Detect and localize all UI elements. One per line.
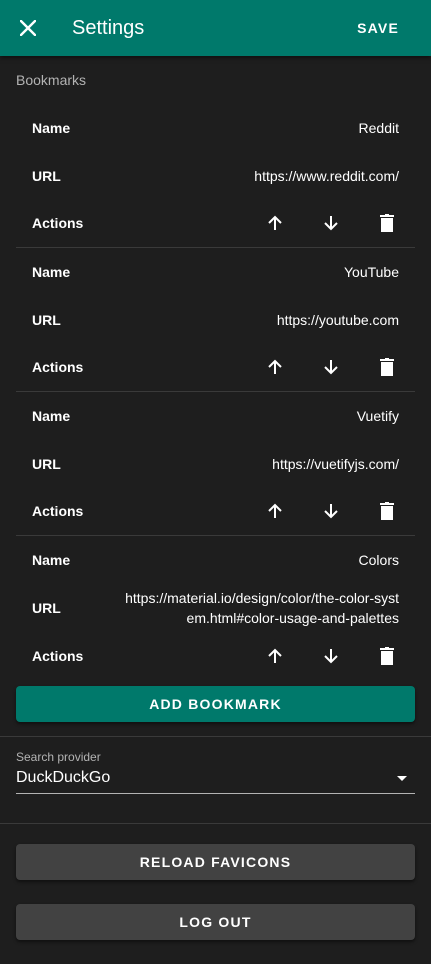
delete-button[interactable]: [369, 493, 405, 529]
bookmark-actions: [237, 493, 405, 529]
bookmarks-section-label: Bookmarks: [16, 72, 87, 88]
delete-button[interactable]: [369, 205, 405, 241]
url-label: URL: [32, 456, 61, 472]
bookmark-actions: [237, 205, 405, 241]
bookmark-url: https://youtube.com: [276, 312, 399, 328]
arrow-down-icon: [324, 649, 338, 664]
dropdown-caret-icon: [397, 776, 407, 781]
move-down-button[interactable]: [313, 638, 349, 674]
search-provider-label: Search provider: [16, 750, 101, 764]
delete-icon: [380, 214, 394, 232]
name-label: Name: [32, 408, 71, 424]
move-up-button[interactable]: [257, 349, 293, 385]
arrow-down-icon: [324, 504, 338, 519]
move-down-button[interactable]: [313, 205, 349, 241]
arrow-up-icon: [268, 359, 282, 374]
save-button[interactable]: SAVE: [357, 20, 399, 36]
bookmark-url: https://material.io/design/color/the-col…: [125, 590, 399, 626]
section-divider: [0, 823, 431, 824]
page-title: Settings: [72, 16, 145, 39]
bookmark-name: Colors: [358, 552, 399, 568]
url-label: URL: [32, 312, 61, 328]
arrow-up-icon: [268, 215, 282, 230]
actions-label: Actions: [32, 503, 84, 519]
arrow-down-icon: [324, 216, 338, 231]
delete-button[interactable]: [369, 349, 405, 385]
reload-favicons-button[interactable]: RELOAD FAVICONS: [16, 844, 415, 880]
bookmark-url: https://vuetifyjs.com/: [272, 456, 399, 472]
bookmark-name: YouTube: [343, 264, 399, 280]
arrow-down-icon: [324, 360, 338, 375]
bookmark-name: Reddit: [358, 120, 399, 136]
arrow-up-icon: [268, 648, 282, 663]
delete-icon: [380, 502, 394, 520]
move-down-button[interactable]: [313, 349, 349, 385]
actions-label: Actions: [32, 648, 84, 664]
name-label: Name: [32, 264, 71, 280]
bookmark-url: https://www.reddit.com/: [254, 168, 399, 184]
actions-label: Actions: [32, 359, 84, 375]
settings-content: Bookmarks Name Reddit URL https://www.re…: [0, 56, 431, 964]
bookmark-actions: [237, 638, 405, 674]
search-provider-value: DuckDuckGo: [16, 769, 111, 786]
log-out-button[interactable]: LOG OUT: [16, 904, 415, 940]
delete-button[interactable]: [369, 638, 405, 674]
move-up-button[interactable]: [257, 205, 293, 241]
close-button[interactable]: [0, 0, 56, 56]
delete-icon: [380, 358, 394, 376]
bookmark-name: Vuetify: [356, 408, 399, 424]
actions-label: Actions: [32, 215, 84, 231]
url-label: URL: [32, 600, 61, 616]
name-label: Name: [32, 120, 71, 136]
search-provider-select[interactable]: DuckDuckGo: [16, 764, 415, 794]
app-bar: Settings SAVE: [0, 0, 431, 56]
move-up-button[interactable]: [257, 638, 293, 674]
url-label: URL: [32, 168, 61, 184]
move-down-button[interactable]: [313, 493, 349, 529]
bookmark-actions: [237, 349, 405, 385]
close-icon: [20, 20, 36, 36]
arrow-up-icon: [268, 503, 282, 518]
section-divider: [0, 736, 431, 737]
delete-icon: [380, 647, 394, 665]
add-bookmark-button[interactable]: ADD BOOKMARK: [16, 686, 415, 722]
move-up-button[interactable]: [257, 493, 293, 529]
name-label: Name: [32, 552, 71, 568]
